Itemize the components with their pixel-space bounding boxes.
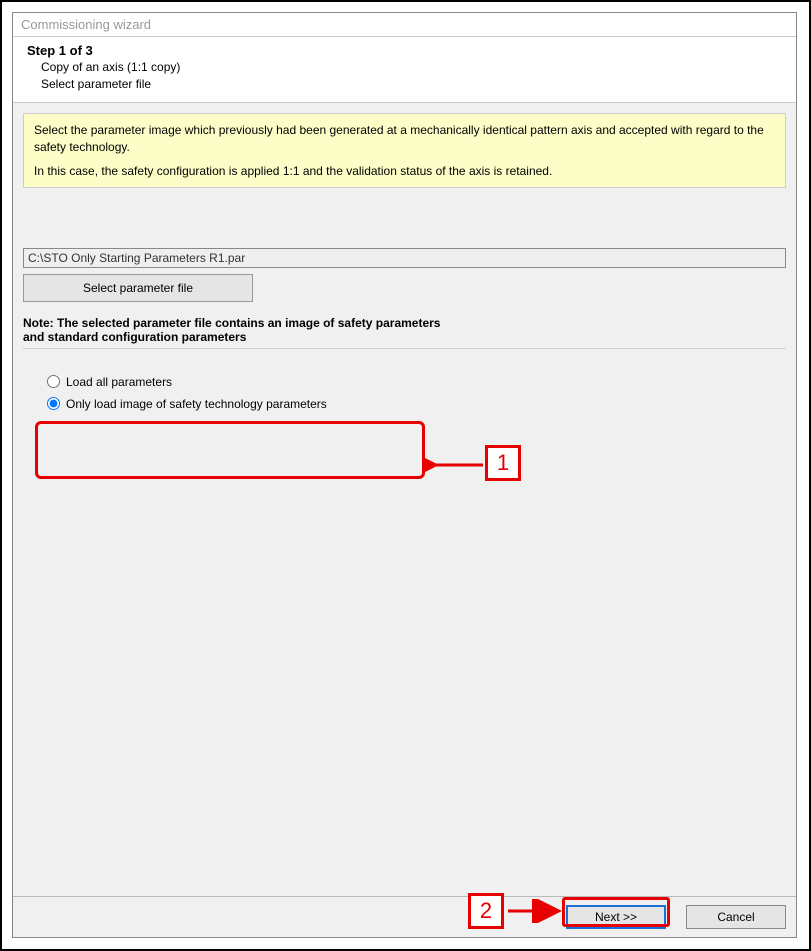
content-area: C:\STO Only Starting Parameters R1.par S… <box>13 198 796 896</box>
radio-load-all[interactable]: Load all parameters <box>47 371 786 393</box>
radio-load-safety-only-input[interactable] <box>47 397 60 410</box>
window-title: Commissioning wizard <box>21 17 151 32</box>
info-paragraph-1: Select the parameter image which previou… <box>34 122 775 154</box>
step-header: Step 1 of 3 Copy of an axis (1:1 copy) S… <box>13 37 796 103</box>
step-title: Step 1 of 3 <box>27 43 782 58</box>
radio-load-all-input[interactable] <box>47 375 60 388</box>
cancel-button[interactable]: Cancel <box>686 905 786 929</box>
footer-bar: Next >> Cancel <box>13 896 796 937</box>
file-path-field[interactable]: C:\STO Only Starting Parameters R1.par <box>23 248 786 268</box>
window-title-bar: Commissioning wizard <box>13 13 796 37</box>
note-line-2: and standard configuration parameters <box>23 330 543 344</box>
wizard-window: Commissioning wizard Step 1 of 3 Copy of… <box>12 12 797 938</box>
step-subtitle-1: Copy of an axis (1:1 copy) <box>27 59 782 75</box>
select-parameter-file-button[interactable]: Select parameter file <box>23 274 253 302</box>
note-block: Note: The selected parameter file contai… <box>23 316 543 344</box>
file-path-value: C:\STO Only Starting Parameters R1.par <box>28 251 245 265</box>
outer-frame: Commissioning wizard Step 1 of 3 Copy of… <box>0 0 811 951</box>
load-options-group: Load all parameters Only load image of s… <box>23 348 786 415</box>
note-line-1: Note: The selected parameter file contai… <box>23 316 543 330</box>
radio-load-safety-only[interactable]: Only load image of safety technology par… <box>47 393 786 415</box>
radio-load-safety-only-label: Only load image of safety technology par… <box>66 397 327 411</box>
step-subtitle-2: Select parameter file <box>27 76 782 92</box>
next-button[interactable]: Next >> <box>566 905 666 929</box>
info-box: Select the parameter image which previou… <box>23 113 786 188</box>
radio-load-all-label: Load all parameters <box>66 375 172 389</box>
info-paragraph-2: In this case, the safety configuration i… <box>34 163 775 179</box>
